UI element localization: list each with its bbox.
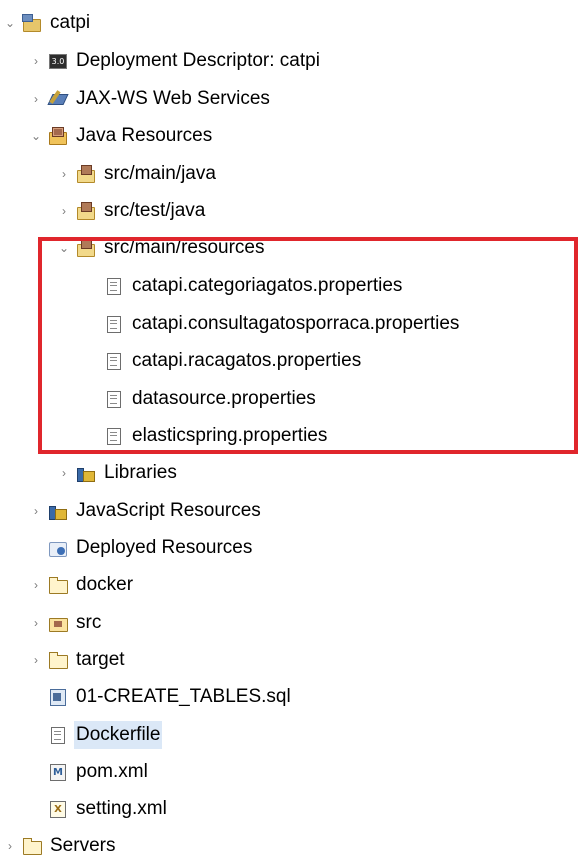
libraries-icon: [76, 464, 96, 482]
tree-node-catpi[interactable]: ⌄ catpi: [2, 4, 92, 41]
chevron-down-icon[interactable]: ⌄: [28, 128, 44, 144]
tree-node-label: pom.xml: [76, 760, 148, 782]
tree-node-file[interactable]: datasource.properties: [84, 380, 318, 417]
tree-node-libraries[interactable]: › Libraries: [56, 454, 179, 491]
chevron-right-icon[interactable]: ›: [56, 166, 72, 182]
folder-icon: [48, 576, 68, 594]
tree-node-label: 01-CREATE_TABLES.sql: [76, 685, 291, 707]
source-folder-icon: [76, 238, 96, 257]
tree-node-label: JavaScript Resources: [76, 499, 261, 521]
chevron-right-icon[interactable]: ›: [56, 465, 72, 481]
tree-node-deployment-descriptor[interactable]: › Deployment Descriptor: catpi: [28, 42, 322, 79]
tree-node-src-main-java[interactable]: › src/main/java: [56, 155, 218, 192]
tree-node-src-main-resources[interactable]: ⌄ src/main/resources: [56, 229, 267, 266]
tree-node-label: catpi: [50, 11, 91, 33]
chevron-right-icon[interactable]: ›: [28, 503, 44, 519]
web-services-icon: [48, 90, 68, 108]
tree-node-javascript-resources[interactable]: › JavaScript Resources: [28, 492, 263, 529]
tree-node-label: Java Resources: [76, 124, 213, 146]
properties-file-icon: [104, 427, 124, 445]
chevron-right-icon[interactable]: ›: [28, 652, 44, 668]
tree-node-label: Deployed Resources: [76, 536, 253, 558]
tree-node-file[interactable]: catapi.consultagatosporraca.properties: [84, 305, 461, 342]
tree-node-label-selected: Dockerfile: [74, 720, 163, 749]
tree-node-setting-xml[interactable]: setting.xml: [28, 790, 169, 827]
chevron-right-icon[interactable]: ›: [28, 53, 44, 69]
tree-node-label: src/main/java: [104, 162, 216, 184]
tree-node-src[interactable]: › src: [28, 604, 103, 641]
chevron-right-icon[interactable]: ›: [28, 577, 44, 593]
tree-node-label: Deployment Descriptor: catpi: [76, 49, 320, 71]
file-icon: [48, 726, 68, 744]
tree-node-label: Libraries: [104, 461, 177, 483]
source-folder-icon: [76, 201, 96, 220]
properties-file-icon: [104, 352, 124, 370]
project-icon: [22, 13, 42, 32]
tree-node-label: src/main/resources: [104, 236, 265, 258]
tree-node-src-test-java[interactable]: › src/test/java: [56, 192, 207, 229]
properties-file-icon: [104, 277, 124, 295]
chevron-right-icon[interactable]: ›: [2, 838, 18, 854]
src-folder-icon: [48, 614, 68, 632]
tree-node-label: setting.xml: [76, 797, 167, 819]
chevron-right-icon[interactable]: ›: [28, 91, 44, 107]
chevron-right-icon[interactable]: ›: [28, 615, 44, 631]
tree-node-dockerfile[interactable]: Dockerfile: [28, 716, 163, 753]
folder-icon: [48, 651, 68, 669]
tree-node-label: docker: [76, 573, 134, 595]
source-folder-icon: [76, 164, 96, 183]
tree-node-label: target: [76, 648, 125, 670]
project-explorer-tree: ⌄ catpi › Deployment Descriptor: catpi ›…: [0, 0, 583, 857]
tree-node-label: src/test/java: [104, 199, 206, 221]
tree-node-servers[interactable]: › Servers: [2, 827, 117, 864]
chevron-down-icon[interactable]: ⌄: [2, 15, 18, 31]
tree-node-label: catapi.categoriagatos.properties: [132, 274, 403, 296]
deployed-resources-icon: [48, 539, 68, 557]
tree-node-label: JAX-WS Web Services: [76, 87, 270, 109]
chevron-right-icon[interactable]: ›: [56, 203, 72, 219]
properties-file-icon: [104, 315, 124, 333]
tree-node-label: src: [76, 611, 102, 633]
java-resources-icon: [48, 126, 68, 145]
chevron-down-icon[interactable]: ⌄: [56, 240, 72, 256]
folder-icon: [22, 837, 42, 855]
tree-node-docker[interactable]: › docker: [28, 566, 135, 603]
tree-node-label: elasticspring.properties: [132, 424, 328, 446]
tree-node-deployed-resources[interactable]: Deployed Resources: [28, 529, 254, 566]
deployment-descriptor-icon: [48, 52, 68, 70]
tree-node-pom[interactable]: pom.xml: [28, 753, 150, 790]
tree-node-label: datasource.properties: [132, 387, 316, 409]
tree-node-label: catapi.racagatos.properties: [132, 349, 362, 371]
properties-file-icon: [104, 390, 124, 408]
tree-node-jax-ws[interactable]: › JAX-WS Web Services: [28, 80, 272, 117]
libraries-icon: [48, 502, 68, 520]
xml-file-icon: [48, 800, 68, 818]
tree-node-java-resources[interactable]: ⌄ Java Resources: [28, 117, 214, 154]
tree-node-file[interactable]: catapi.racagatos.properties: [84, 342, 363, 379]
tree-node-target[interactable]: › target: [28, 641, 127, 678]
tree-node-label: catapi.consultagatosporraca.properties: [132, 312, 460, 334]
sql-file-icon: [48, 688, 68, 706]
tree-node-file[interactable]: elasticspring.properties: [84, 417, 329, 454]
tree-node-file[interactable]: catapi.categoriagatos.properties: [84, 267, 404, 304]
maven-pom-icon: [48, 763, 68, 781]
tree-node-sql-file[interactable]: 01-CREATE_TABLES.sql: [28, 678, 293, 715]
tree-node-label: Servers: [50, 834, 116, 856]
